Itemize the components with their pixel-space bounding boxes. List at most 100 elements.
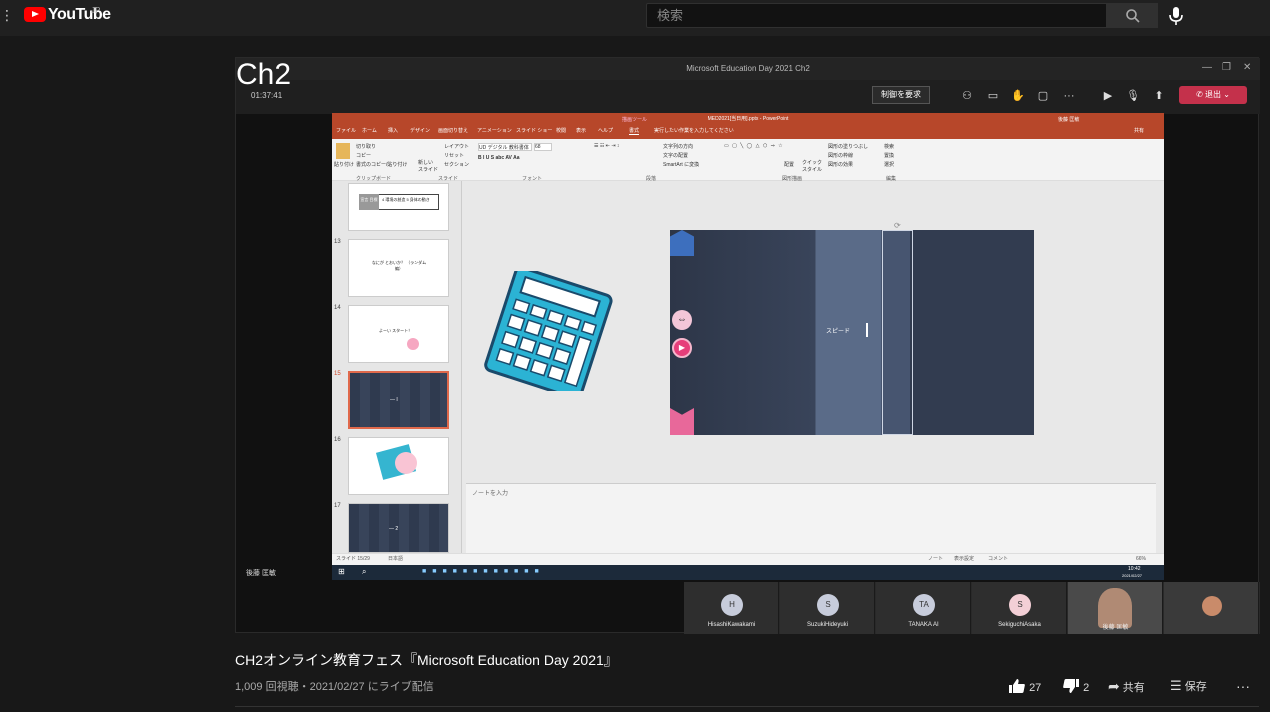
dislike-button[interactable]: 2 — [1062, 678, 1089, 694]
ppt-tab-design[interactable]: デザイン — [410, 127, 430, 134]
close-icon[interactable]: ✕ — [1243, 62, 1251, 73]
youtube-logo-text[interactable]: YouTube — [48, 6, 111, 24]
ppt-tab-insert[interactable]: 挿入 — [388, 127, 398, 134]
shape-effects-button[interactable]: 図形の効果 — [828, 161, 853, 168]
font-size-select[interactable]: 68 — [534, 143, 552, 151]
status-zoom[interactable]: 66% — [1136, 554, 1146, 565]
participant-name: TANAKA AI — [908, 622, 939, 628]
status-notes-button[interactable]: ノート — [928, 554, 943, 565]
participant-tile[interactable]: 後藤 匡敏 — [1068, 582, 1163, 634]
taskbar-search-icon[interactable]: ⌕ — [362, 567, 366, 577]
notes-pane[interactable]: ノートを入力 — [466, 483, 1156, 553]
shape-outline-button[interactable]: 図形の枠線 — [828, 152, 853, 159]
participant-tile[interactable]: S SekiguchiAsaka — [972, 582, 1067, 634]
selected-shape[interactable] — [882, 230, 913, 435]
like-button[interactable]: 27 — [1008, 678, 1041, 694]
slide-thumbnail-pane[interactable]: 4 環境の創造 5 身体の動き 宣言 目標 13 なにが とおいか？ （ランダム… — [332, 181, 462, 553]
ppt-ribbon: 貼り付け 切り取り コピー 書式のコピー/貼り付け 新しい スライド レイアウト… — [332, 139, 1164, 182]
chat-icon[interactable]: ▭ — [986, 89, 1000, 103]
windows-start-icon[interactable]: ⊞ — [338, 567, 345, 576]
save-button[interactable]: ☰ 保存 — [1170, 678, 1207, 694]
participant-tile[interactable]: H HisashiKawakami — [684, 582, 779, 634]
smartart-button[interactable]: SmartArt に変換 — [663, 161, 699, 168]
more-actions-icon[interactable]: ··· — [1062, 89, 1076, 103]
section-button[interactable]: セクション — [444, 161, 469, 168]
rotate-handle-icon[interactable]: ⟳ — [894, 221, 901, 230]
bold-button[interactable]: B I U S abc AV Aa — [478, 155, 520, 161]
slide-thumbnail[interactable]: — 2 — [348, 503, 449, 553]
status-language: 日本語 — [388, 556, 404, 562]
participant-video — [1202, 596, 1222, 616]
cut-button[interactable]: 切り取り — [356, 143, 376, 150]
ppt-tab-file[interactable]: ファイル — [336, 127, 356, 134]
select-button[interactable]: 選択 — [884, 161, 894, 168]
playlist-add-icon: ☰ — [1170, 678, 1182, 693]
ppt-tab-transitions[interactable]: 画面切り替え — [438, 127, 468, 134]
restore-icon[interactable]: ❐ — [1222, 62, 1231, 73]
slide-number: 15 — [334, 371, 341, 377]
participant-tile[interactable]: S SuzukiHideyuki — [780, 582, 875, 634]
status-slide-count: スライド 15/29 — [336, 556, 370, 562]
mic-off-icon[interactable]: 🎙 — [1126, 89, 1140, 103]
slide-thumbnail[interactable] — [348, 437, 449, 495]
slide-thumbnail[interactable]: 4 環境の創造 5 身体の動き 宣言 目標 — [348, 183, 449, 231]
new-slide-button[interactable]: 新しい スライド — [418, 159, 438, 173]
search-icon — [1126, 9, 1140, 23]
current-slide[interactable]: ⇔ ▶ スピード — [670, 230, 1034, 435]
list-buttons[interactable]: ☰ ☷ ⇤ ⇥ ↕ — [594, 143, 619, 149]
ppt-tab-animations[interactable]: アニメーション — [477, 127, 512, 134]
ppt-tab-help[interactable]: ヘルプ — [598, 127, 613, 134]
leave-button[interactable]: ✆ 退出 ⌄ — [1179, 86, 1247, 104]
find-button[interactable]: 検索 — [884, 143, 894, 150]
reactions-icon[interactable]: ✋ — [1011, 89, 1025, 103]
text-direction-button[interactable]: 文字列の方向 — [663, 143, 693, 150]
participants-icon[interactable]: ⚇ — [960, 89, 974, 103]
ppt-tab-slideshow[interactable]: スライド ショー — [516, 127, 552, 134]
calculator-icon[interactable] — [484, 271, 614, 391]
participant-tile[interactable] — [1164, 582, 1259, 634]
more-options-icon[interactable]: ··· — [1236, 678, 1250, 694]
arrange-button[interactable]: 配置 — [784, 161, 794, 168]
camera-off-icon[interactable]: ▶ — [1101, 89, 1115, 103]
request-control-button[interactable]: 制御を要求 — [872, 86, 930, 104]
reset-button[interactable]: リセット — [444, 152, 464, 159]
search-button[interactable] — [1107, 3, 1158, 28]
shapes-gallery[interactable]: ▭ ▢ ╲ ◯ △ ⬡ ⇒ ☆ — [724, 143, 784, 149]
status-display-button[interactable]: 表示設定 — [954, 554, 974, 565]
paste-icon[interactable] — [336, 143, 350, 159]
rooms-icon[interactable]: ▢ — [1036, 89, 1050, 103]
notes-placeholder: ノートを入力 — [472, 491, 509, 497]
copy-button[interactable]: コピー — [356, 152, 371, 159]
youtube-logo-icon[interactable] — [24, 7, 46, 22]
participant-tile[interactable]: TA TANAKA AI — [876, 582, 971, 634]
minimize-icon[interactable]: — — [1202, 62, 1212, 73]
thumb-text: — 2 — [389, 526, 399, 532]
layout-button[interactable]: レイアウト — [444, 143, 469, 150]
align-text-button[interactable]: 文字の配置 — [663, 152, 688, 159]
share-button[interactable]: ➦ 共有 — [1108, 678, 1145, 695]
format-painter-button[interactable]: 書式のコピー/貼り付け — [356, 161, 407, 168]
share-screen-icon[interactable]: ⬆ — [1152, 89, 1166, 103]
play-button-icon[interactable]: ▶ — [672, 338, 692, 358]
ppt-share[interactable]: 共有 — [1134, 127, 1144, 134]
slide-thumbnail[interactable]: なにが とおいか？ （ランダム 編） — [348, 239, 449, 297]
shape-fill-button[interactable]: 図形の塗りつぶし — [828, 143, 868, 150]
slide-thumbnail[interactable]: よーい スタート！ — [348, 305, 449, 363]
ppt-tell-me[interactable]: 実行したい作業を入力してください — [654, 127, 734, 134]
resize-arrow-icon[interactable]: ⇔ — [672, 310, 692, 330]
taskbar-app-icons[interactable]: ■■■■■■■■■■■■ — [422, 568, 545, 575]
quick-styles-button[interactable]: クイック スタイル — [802, 159, 822, 173]
paste-label[interactable]: 貼り付け — [334, 161, 354, 168]
slide-thumbnail-selected[interactable]: — I — [348, 371, 449, 429]
replace-button[interactable]: 置換 — [884, 152, 894, 159]
search-input[interactable]: 検索 — [646, 3, 1107, 28]
video-player[interactable]: Microsoft Education Day 2021 Ch2 — ❐ ✕ C… — [235, 57, 1260, 634]
microphone-icon[interactable] — [1168, 6, 1184, 26]
guide-menu-icon[interactable]: ⋮ — [0, 8, 14, 22]
ppt-tab-view[interactable]: 表示 — [576, 127, 586, 134]
font-name-select[interactable]: UD デジタル 教科書体 — [478, 143, 532, 151]
ppt-tab-home[interactable]: ホーム — [362, 127, 377, 134]
status-comments-button[interactable]: コメント — [988, 554, 1008, 565]
ppt-tab-format[interactable]: 書式 — [629, 127, 640, 135]
ppt-tab-review[interactable]: 校閲 — [556, 127, 566, 134]
